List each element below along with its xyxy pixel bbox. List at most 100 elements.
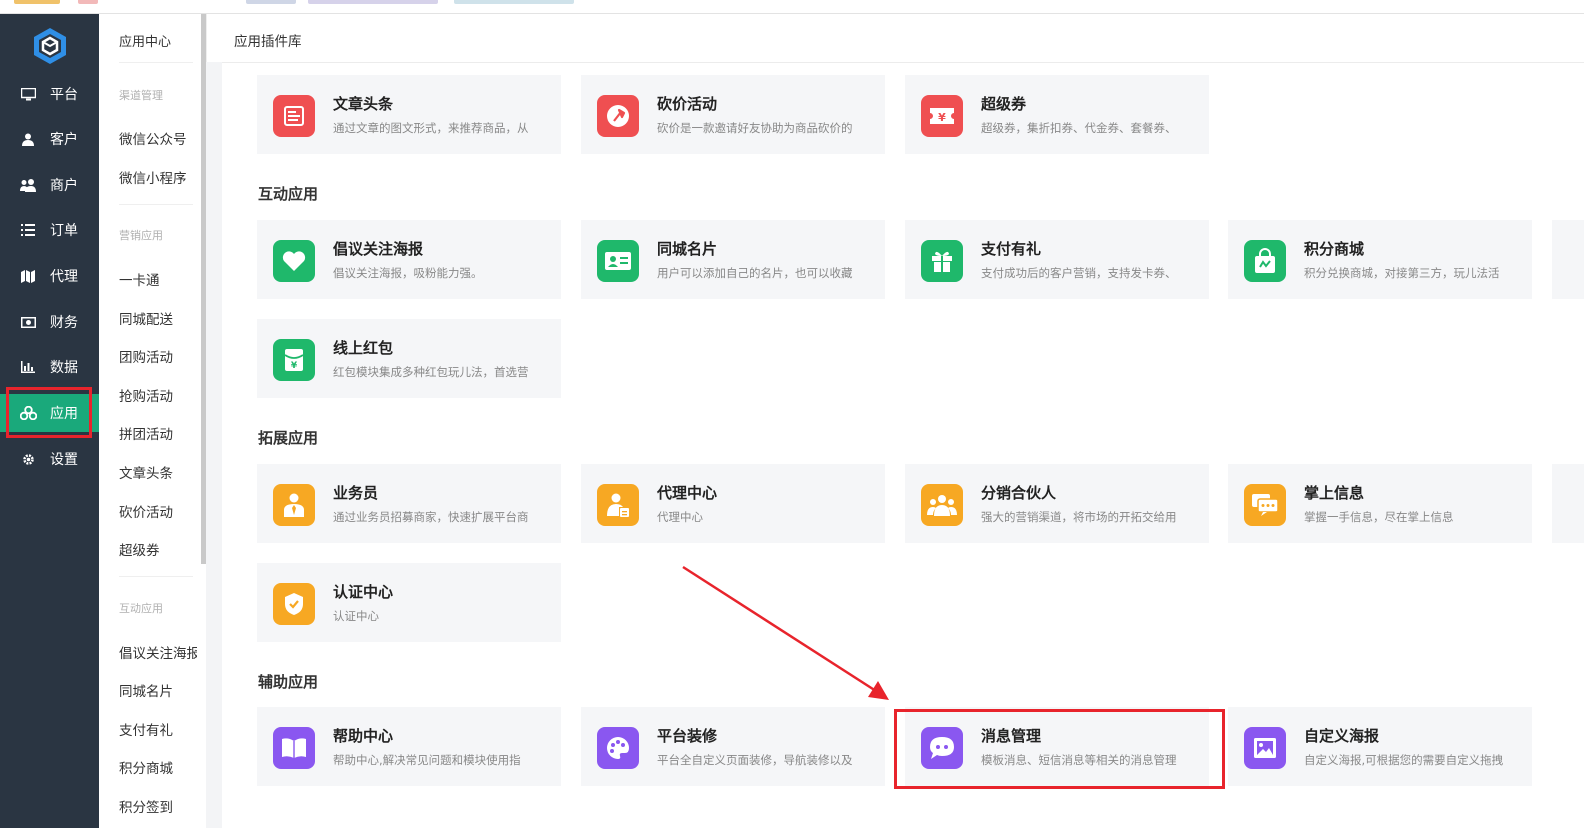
main-header: 应用插件库: [206, 14, 1584, 63]
gear-icon: [18, 453, 38, 466]
gift-icon: [921, 240, 963, 282]
app-card-red-packet[interactable]: ¥ 线上红包 红包模块集成多种红包玩儿法，首选营: [257, 319, 561, 398]
app-card-distribution-partner[interactable]: 分销合伙人 强大的营销渠道，将市场的开拓交给用: [905, 464, 1209, 543]
app-card-city-card[interactable]: 同城名片 用户可以添加自己的名片，也可以收藏: [581, 220, 885, 299]
svg-text:¥: ¥: [291, 361, 298, 371]
users-icon: [18, 178, 38, 192]
app-card-desc: 自定义海报,可根据您的需要自定义拖拽: [1304, 753, 1504, 767]
nav-item-agent[interactable]: 代理: [0, 257, 99, 295]
nav-item-label: 财务: [50, 315, 78, 331]
app-card-pay-gift[interactable]: 支付有礼 支付成功后的客户营销，支持发卡券、: [905, 220, 1209, 299]
app-card-pocket-info[interactable]: 掌上信息 掌握一手信息，尽在掌上信息: [1228, 464, 1532, 543]
nav-item-platform[interactable]: 平台: [0, 75, 99, 113]
id-card-icon: [597, 240, 639, 282]
app-card-title: 同城名片: [657, 240, 718, 258]
sub-nav-item[interactable]: 倡议关注海报: [119, 642, 197, 662]
app-card-title: 砍价活动: [657, 95, 718, 113]
app-card-super-coupon[interactable]: ¥ 超级券 超级券，集折扣券、代金券、套餐券、: [905, 75, 1209, 154]
app-card-title: 平台装修: [657, 727, 718, 745]
article-icon: [273, 95, 315, 137]
app-card-partial[interactable]: [1552, 464, 1584, 543]
axe-icon: [597, 95, 639, 137]
app-card-bargain[interactable]: 砍价活动 砍价是一款邀请好友协助为商品砍价的: [581, 75, 885, 154]
bookmark-item[interactable]: [454, 0, 574, 4]
svg-text:¥: ¥: [938, 111, 946, 124]
sub-nav-item[interactable]: 团购活动: [119, 346, 197, 366]
nav-item-merchant[interactable]: 商户: [0, 166, 99, 204]
app-card-desc: 积分兑换商城，对接第三方，玩儿法活: [1304, 266, 1500, 280]
sub-nav-item[interactable]: 微信公众号: [119, 128, 197, 148]
sub-nav-item[interactable]: 积分签到: [119, 796, 197, 816]
app-card-title: 超级券: [981, 95, 1027, 113]
sub-nav-group-label: 互动应用: [119, 602, 163, 615]
app-card-title: 倡议关注海报: [333, 240, 424, 258]
nav-item-label: 代理: [50, 269, 78, 285]
app-card-title: 帮助中心: [333, 727, 394, 745]
partners-icon: [921, 484, 963, 526]
section-title: 辅助应用: [258, 673, 319, 691]
shopping-bag-icon: [1244, 240, 1286, 282]
app-card-title: 掌上信息: [1304, 484, 1365, 502]
sub-nav-item[interactable]: 支付有礼: [119, 719, 197, 739]
app-card-desc: 认证中心: [333, 609, 379, 623]
user-icon: [18, 133, 38, 146]
app-card-article[interactable]: 文章头条 通过文章的图文形式，来推荐商品，从: [257, 75, 561, 154]
sub-nav-item[interactable]: 砍价活动: [119, 501, 197, 521]
book-icon: [273, 727, 315, 769]
app-card-desc: 代理中心: [657, 510, 703, 524]
nav-item-customer[interactable]: 客户: [0, 120, 99, 158]
sub-nav-item[interactable]: 拼团活动: [119, 423, 197, 443]
app-card-partial[interactable]: [1552, 220, 1584, 299]
sub-nav-item[interactable]: 超级券: [119, 539, 197, 559]
app-card-agent-center[interactable]: 代理中心 代理中心: [581, 464, 885, 543]
shield-icon: [273, 583, 315, 625]
nav-item-label: 商户: [50, 178, 78, 194]
nav-item-settings[interactable]: 设置: [0, 440, 99, 478]
nav-item-finance[interactable]: 财务: [0, 303, 99, 341]
app-card-custom-poster[interactable]: 自定义海报 自定义海报,可根据您的需要自定义拖拽: [1228, 707, 1532, 786]
heart-icon: [273, 240, 315, 282]
app-card-desc: 模板消息、短信消息等相关的消息管理: [981, 753, 1177, 767]
nav-item-label: 数据: [50, 360, 78, 376]
app-card-help-center[interactable]: 帮助中心 帮助中心,解决常见问题和模块使用指: [257, 707, 561, 786]
sub-nav-item[interactable]: 文章头条: [119, 462, 197, 482]
bookmark-item[interactable]: [246, 0, 296, 4]
app-card-desc: 平台全自定义页面装修，导航装修以及: [657, 753, 853, 767]
bookmark-item[interactable]: [14, 0, 60, 4]
app-card-desc: 砍价是一款邀请好友协助为商品砍价的: [657, 121, 853, 135]
app-card-desc: 通过文章的图文形式，来推荐商品，从: [333, 121, 529, 135]
app-card-title: 积分商城: [1304, 240, 1365, 258]
app-card-points-mall[interactable]: 积分商城 积分兑换商城，对接第三方，玩儿法活: [1228, 220, 1532, 299]
app-card-desc: 掌握一手信息，尽在掌上信息: [1304, 510, 1454, 524]
app-card-desc: 用户可以添加自己的名片，也可以收藏: [657, 266, 853, 280]
app-card-certification[interactable]: 认证中心 认证中心: [257, 563, 561, 642]
bookmark-item[interactable]: [308, 0, 438, 4]
app-card-title: 自定义海报: [1304, 727, 1380, 745]
list-icon: [18, 224, 38, 236]
agent-icon: [597, 484, 639, 526]
breadcrumb: 应用插件库: [234, 34, 302, 50]
sub-nav-item[interactable]: 同城名片: [119, 680, 197, 700]
app-card-title: 认证中心: [333, 583, 394, 601]
app-card-salesman[interactable]: 业务员 通过业务员招募商家，快速扩展平台商: [257, 464, 561, 543]
sub-nav-item[interactable]: 积分商城: [119, 757, 197, 777]
nav-item-label: 订单: [50, 223, 78, 239]
app-card-follow-poster[interactable]: 倡议关注海报 倡议关注海报，吸粉能力强。: [257, 220, 561, 299]
sub-nav-title: 应用中心: [119, 35, 172, 50]
logo-icon: [34, 28, 66, 64]
sub-nav-item[interactable]: 微信小程序: [119, 167, 197, 187]
sub-nav-item[interactable]: 一卡通: [119, 269, 197, 289]
nav-item-label: 设置: [50, 452, 78, 468]
app-card-title: 线上红包: [333, 339, 394, 357]
nav-item-data[interactable]: 数据: [0, 348, 99, 386]
red-packet-icon: ¥: [273, 339, 315, 381]
bookmark-item[interactable]: [78, 0, 98, 4]
nav-item-order[interactable]: 订单: [0, 211, 99, 249]
highlight-box: [6, 387, 92, 438]
sub-nav-item[interactable]: 同城配送: [119, 308, 197, 328]
sub-nav-item[interactable]: 抢购活动: [119, 385, 197, 405]
app-card-message-management[interactable]: 消息管理 模板消息、短信消息等相关的消息管理: [905, 707, 1209, 786]
app-card-platform-decoration[interactable]: 平台装修 平台全自定义页面装修，导航装修以及: [581, 707, 885, 786]
app-card-title: 消息管理: [981, 727, 1042, 745]
app-card-desc: 红包模块集成多种红包玩儿法，首选营: [333, 365, 529, 379]
